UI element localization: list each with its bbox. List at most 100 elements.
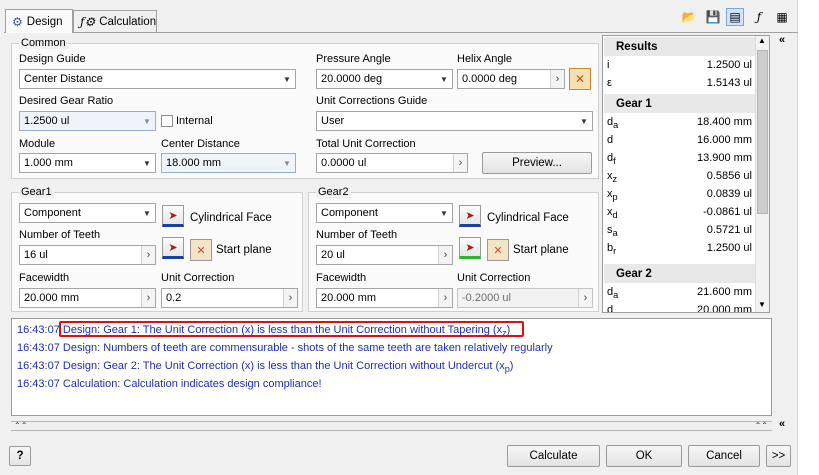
gear-pencil-icon: ⚙	[12, 14, 23, 29]
tab-calculation[interactable]: ƒ⚙ Calculation	[73, 10, 157, 32]
tab-design[interactable]: ⚙ Design	[5, 9, 73, 33]
scrollbar-thumb[interactable]	[757, 50, 768, 214]
save-icon[interactable]: 💾	[704, 8, 722, 26]
chevron-right-icon[interactable]: ›	[141, 289, 155, 307]
cursor-arrow-icon: ➤	[465, 209, 475, 222]
gear2-start-plane-flip-button[interactable]: ✕	[487, 239, 509, 261]
helix-angle-field[interactable]: 0.0000 deg ›	[457, 69, 565, 89]
center-distance-field[interactable]: 18.000 mm ▼	[161, 153, 296, 173]
double-chevron-up-icon[interactable]: ⌃⌃	[14, 421, 27, 430]
results-scrollbar[interactable]: ▲ ▼	[755, 36, 769, 312]
chevron-down-icon: ▼	[143, 158, 151, 168]
result-symbol: ε	[607, 77, 612, 89]
result-value: 21.600 mm	[696, 286, 752, 298]
messages-splitter[interactable]: ⌃⌃ ⌃⌃	[11, 421, 772, 431]
flip-plane-icon: ✕	[196, 244, 206, 257]
gear1-teeth-field[interactable]: 16 ul ›	[19, 245, 156, 265]
gear2-cylindrical-face-button[interactable]: ➤	[459, 205, 481, 227]
scroll-up-icon[interactable]: ▲	[758, 36, 766, 45]
pressure-angle-label: Pressure Angle	[316, 53, 391, 65]
calculate-button[interactable]: Calculate	[507, 445, 600, 467]
gear1-start-plane-pick-button[interactable]: ➤	[162, 237, 184, 259]
gear-ratio-label: Desired Gear Ratio	[19, 95, 114, 107]
gear2-cylindrical-face-label: Cylindrical Face	[487, 212, 569, 224]
pressure-angle-select[interactable]: 20.0000 deg ▼	[316, 69, 453, 89]
result-value: 1.5143 ul	[706, 77, 752, 89]
function-options-icon[interactable]: ƒ	[750, 8, 768, 26]
gear2-type-select[interactable]: Component ▼	[316, 203, 453, 223]
ok-button[interactable]: OK	[606, 445, 682, 467]
gear2-teeth-field[interactable]: 20 ul ›	[316, 245, 453, 265]
scroll-down-icon[interactable]: ▼	[758, 300, 766, 309]
message-line: 16:43:07 Design: Numbers of teeth are co…	[17, 342, 553, 354]
chevron-right-icon[interactable]: ›	[578, 289, 592, 307]
message-text: Calculation: Calculation indicates desig…	[62, 378, 322, 390]
result-value: 18.400 mm	[696, 116, 752, 128]
module-select[interactable]: 1.000 mm ▼	[19, 153, 156, 173]
result-subscript: a	[613, 120, 619, 131]
chevron-right-icon[interactable]: ›	[438, 289, 452, 307]
chevron-right-icon[interactable]: ›	[438, 246, 452, 264]
gear1-start-plane-flip-button[interactable]: ✕	[190, 239, 212, 261]
total-unit-correction-label: Total Unit Correction	[316, 138, 416, 150]
cancel-button[interactable]: Cancel	[688, 445, 760, 467]
clipboard-icon[interactable]: ▦	[773, 8, 791, 26]
gear2-facewidth-field[interactable]: 20.000 mm ›	[316, 288, 453, 308]
cursor-arrow-icon: ➤	[168, 209, 178, 222]
gear2-teeth-label: Number of Teeth	[316, 229, 398, 241]
results-row: xz 0.5856 ul	[604, 168, 756, 186]
module-label: Module	[19, 138, 56, 150]
chevron-down-icon: ▼	[143, 208, 151, 218]
message-time: 16:43:07	[17, 342, 60, 354]
unit-corrections-guide-value: User	[321, 115, 345, 127]
gear1-unit-correction-value: 0.2	[166, 292, 182, 304]
double-chevron-up-icon[interactable]: ⌃⌃	[755, 421, 768, 430]
result-subscript: f	[613, 156, 616, 167]
preview-button[interactable]: Preview...	[482, 152, 592, 174]
function-icon: ƒ⚙	[80, 14, 96, 29]
message-line: 16:43:07 Calculation: Calculation indica…	[17, 378, 322, 390]
unit-corrections-guide-label: Unit Corrections Guide	[316, 95, 428, 107]
chevron-down-icon: ▼	[440, 74, 448, 84]
gear1-unit-correction-field[interactable]: 0.2 ›	[161, 288, 298, 308]
result-subscript: d	[612, 210, 618, 221]
expand-right-icon[interactable]: «	[779, 418, 785, 430]
collapse-panel-icon[interactable]: «	[779, 34, 785, 46]
result-subscript: a	[612, 228, 618, 239]
total-unit-correction-field[interactable]: 0.0000 ul ›	[316, 153, 468, 173]
gear1-cylindrical-face-button[interactable]: ➤	[162, 205, 184, 227]
common-group-title: Common	[19, 37, 68, 49]
result-value: 0.5856 ul	[706, 170, 752, 182]
gear2-unit-correction-field[interactable]: -0.2000 ul ›	[457, 288, 593, 308]
chevron-right-icon[interactable]: ›	[141, 246, 155, 264]
chevron-right-icon[interactable]: ›	[550, 70, 564, 88]
flip-plane-icon: ✕	[493, 244, 503, 257]
gear2-unit-correction-value: -0.2000 ul	[462, 292, 511, 304]
gear1-start-plane-label: Start plane	[216, 244, 272, 256]
gear1-type-select[interactable]: Component ▼	[19, 203, 156, 223]
results-panel: Results i 1.2500 ul ε 1.5143 ul Gear 1 da 1…	[602, 35, 770, 313]
pick-helix-button[interactable]: ✕	[569, 68, 591, 90]
gear2-start-plane-pick-button[interactable]: ➤	[459, 237, 481, 259]
result-value: -0.0861 ul	[703, 206, 752, 218]
design-guide-select[interactable]: Center Distance ▼	[19, 69, 296, 89]
gear-ratio-field[interactable]: 1.2500 ul ▼	[19, 111, 156, 131]
gear2-start-plane-label: Start plane	[513, 244, 569, 256]
unit-corrections-guide-select[interactable]: User ▼	[316, 111, 593, 131]
internal-label: Internal	[176, 115, 213, 127]
internal-checkbox[interactable]	[161, 115, 173, 127]
chevron-right-icon[interactable]: ›	[283, 289, 297, 307]
gear1-facewidth-field[interactable]: 20.000 mm ›	[19, 288, 156, 308]
helix-angle-label: Helix Angle	[457, 53, 513, 65]
open-folder-icon[interactable]: 📂	[680, 8, 698, 26]
help-button[interactable]: ?	[9, 446, 31, 466]
chevron-right-icon[interactable]: ›	[453, 154, 467, 172]
results-title: Results	[604, 37, 756, 56]
results-row: d 16.000 mm	[604, 132, 756, 150]
gear2-facewidth-label: Facewidth	[316, 272, 367, 284]
options-icon[interactable]: ▤	[726, 8, 744, 26]
results-row: da 21.600 mm	[604, 284, 756, 302]
gear2-group-title: Gear2	[316, 186, 351, 198]
more-button[interactable]: >>	[766, 445, 791, 467]
results-row: df 13.900 mm	[604, 150, 756, 168]
